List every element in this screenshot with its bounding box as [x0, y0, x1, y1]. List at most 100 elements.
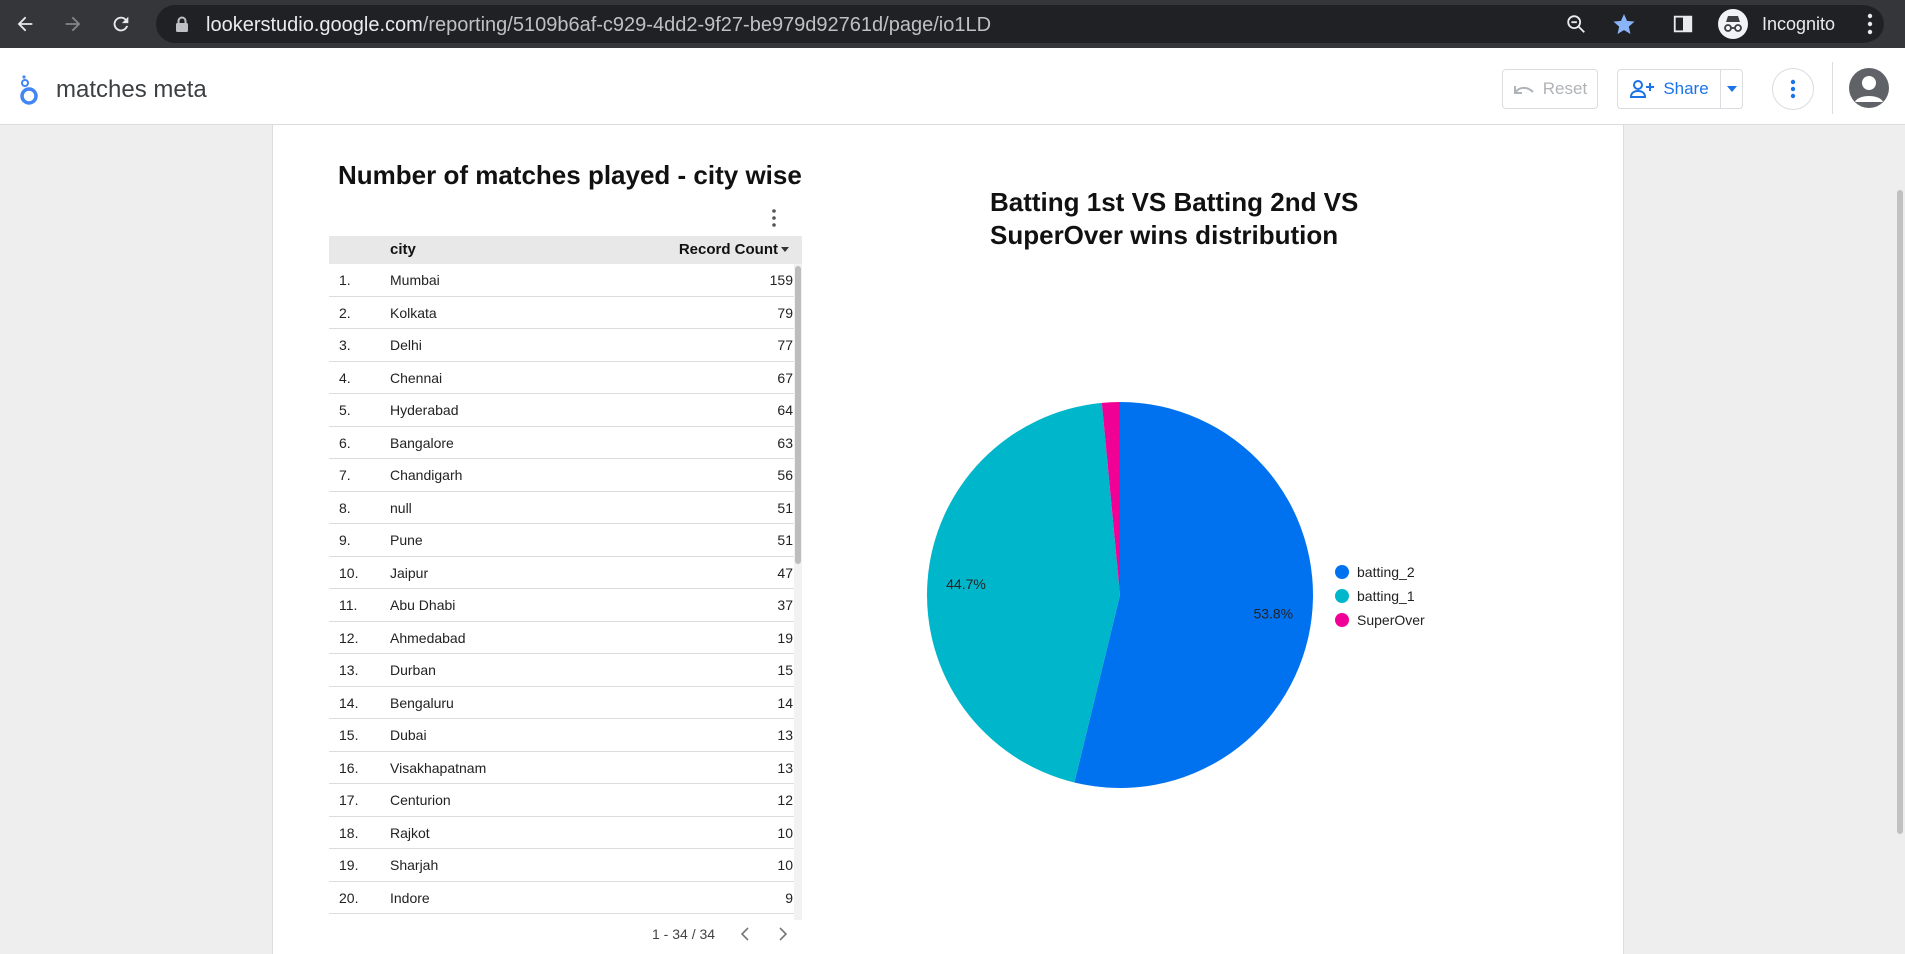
table-scrollbar[interactable] [794, 264, 802, 920]
row-city: Dubai [390, 727, 427, 743]
row-index: 16. [339, 759, 359, 776]
more-options-icon[interactable] [1772, 68, 1814, 110]
row-city: Chandigarh [390, 467, 463, 483]
row-city: Chennai [390, 369, 443, 386]
table-row[interactable]: 8. null 51 [329, 492, 802, 524]
row-index: 1. [339, 272, 351, 288]
row-city: Mumbai [390, 272, 440, 288]
url-path: /reporting/5109b6af-c929-4dd2-9f27-be979… [422, 14, 992, 36]
pie-chart[interactable]: 53.8% 44.7% [920, 395, 1320, 795]
row-index: 7. [339, 467, 351, 483]
row-record-count: 15 [777, 662, 793, 678]
column-header-record-count[interactable]: Record Count [679, 241, 778, 258]
row-city: Rajkot [390, 824, 430, 841]
row-city: Hyderabad [390, 402, 459, 418]
incognito-profile[interactable]: Incognito [1714, 6, 1884, 42]
url-host: lookerstudio.google.com [206, 14, 423, 36]
table-row[interactable]: 7. Chandigarh 56 [329, 459, 802, 492]
share-main-button[interactable]: Share [1618, 70, 1721, 108]
forward-icon[interactable] [58, 9, 88, 39]
row-index: 3. [339, 337, 351, 353]
page-scrollbar[interactable] [1897, 190, 1903, 834]
back-icon[interactable] [10, 9, 40, 39]
row-city: Pune [390, 532, 423, 548]
reload-icon[interactable] [106, 9, 136, 39]
legend-item[interactable]: batting_1 [1335, 584, 1425, 608]
legend-item[interactable]: batting_2 [1335, 560, 1425, 584]
table-scrollbar-thumb[interactable] [795, 266, 801, 564]
row-record-count: 14 [777, 694, 793, 711]
legend-label: batting_2 [1357, 564, 1415, 580]
row-record-count: 159 [769, 272, 793, 288]
lock-icon[interactable] [170, 12, 194, 36]
column-header-city[interactable]: city [390, 241, 416, 258]
legend-swatch [1335, 613, 1349, 627]
row-index: 5. [339, 402, 351, 418]
account-avatar-icon[interactable] [1849, 68, 1889, 108]
row-city: Kolkata [390, 304, 437, 321]
table-row[interactable]: 19. Sharjah 10 [329, 849, 802, 882]
row-city: Durban [390, 662, 436, 678]
table-row[interactable]: 17. Centurion 12 [329, 784, 802, 817]
table-row[interactable]: 12. Ahmedabad 19 [329, 622, 802, 654]
legend-label: batting_1 [1357, 588, 1415, 604]
table-row[interactable]: 18. Rajkot 10 [329, 817, 802, 849]
table-row[interactable]: 20. Indore 9 [329, 882, 802, 914]
row-index: 14. [339, 694, 359, 711]
table-row[interactable]: 13. Durban 15 [329, 654, 802, 687]
table-row[interactable]: 5. Hyderabad 64 [329, 394, 802, 427]
side-panel-icon[interactable] [1668, 9, 1698, 39]
table-row[interactable]: 1. Mumbai 159 [329, 264, 802, 297]
table-row[interactable]: 10. Jaipur 47 [329, 557, 802, 589]
share-button[interactable]: Share [1617, 69, 1743, 109]
table-row[interactable]: 4. Chennai 67 [329, 362, 802, 394]
row-city: Indore [390, 889, 430, 906]
incognito-icon [1718, 9, 1748, 39]
table-row[interactable]: 14. Bengaluru 14 [329, 687, 802, 719]
table-row[interactable]: 11. Abu Dhabi 37 [329, 589, 802, 622]
looker-studio-logo-icon[interactable] [18, 74, 40, 111]
row-city: Bangalore [390, 434, 454, 451]
row-index: 18. [339, 824, 359, 841]
legend-label: SuperOver [1357, 612, 1425, 628]
undo-icon [1513, 86, 1534, 94]
chevron-right-icon[interactable] [776, 926, 790, 947]
reset-button[interactable]: Reset [1502, 69, 1598, 109]
table-row[interactable]: 16. Visakhapatnam 13 [329, 752, 802, 784]
share-dropdown-icon[interactable] [1721, 70, 1743, 108]
row-index: 8. [339, 499, 351, 516]
row-index: 9. [339, 532, 351, 548]
row-index: 17. [339, 792, 359, 808]
legend-item[interactable]: SuperOver [1335, 608, 1425, 632]
legend-swatch [1335, 589, 1349, 603]
row-record-count: 19 [777, 629, 793, 646]
url-text[interactable]: lookerstudio.google.com/reporting/5109b6… [206, 14, 991, 37]
row-record-count: 79 [777, 304, 793, 321]
table-row[interactable]: 2. Kolkata 79 [329, 297, 802, 329]
row-record-count: 77 [777, 337, 793, 353]
row-index: 13. [339, 662, 359, 678]
sort-desc-icon[interactable] [781, 247, 789, 252]
row-index: 10. [339, 564, 359, 581]
table-menu-icon[interactable] [768, 207, 780, 229]
row-record-count: 9 [785, 889, 793, 906]
table-row[interactable]: 9. Pune 51 [329, 524, 802, 557]
zoom-icon[interactable] [1564, 12, 1588, 36]
pie-slice-label: 44.7% [946, 576, 986, 592]
browser-menu-icon[interactable] [1866, 12, 1874, 41]
table-title: Number of matches played - city wise [338, 160, 802, 190]
row-index: 15. [339, 727, 359, 743]
table-row[interactable]: 15. Dubai 13 [329, 719, 802, 752]
table-row[interactable]: 3. Delhi 77 [329, 329, 802, 362]
pie-chart-title: Batting 1st VS Batting 2nd VS SuperOver … [990, 187, 1359, 250]
row-city: Abu Dhabi [390, 597, 456, 613]
table-row[interactable]: 6. Bangalore 63 [329, 427, 802, 459]
row-record-count: 10 [777, 824, 793, 841]
report-header: matches meta Reset Share [0, 48, 1905, 125]
address-bar[interactable]: lookerstudio.google.com/reporting/5109b6… [156, 5, 1882, 43]
report-title[interactable]: matches meta [56, 76, 207, 104]
row-record-count: 67 [777, 369, 793, 386]
pie-legend: batting_2 batting_1 SuperOver [1335, 560, 1425, 632]
chevron-left-icon[interactable] [738, 926, 752, 947]
bookmark-star-icon[interactable] [1612, 12, 1636, 36]
